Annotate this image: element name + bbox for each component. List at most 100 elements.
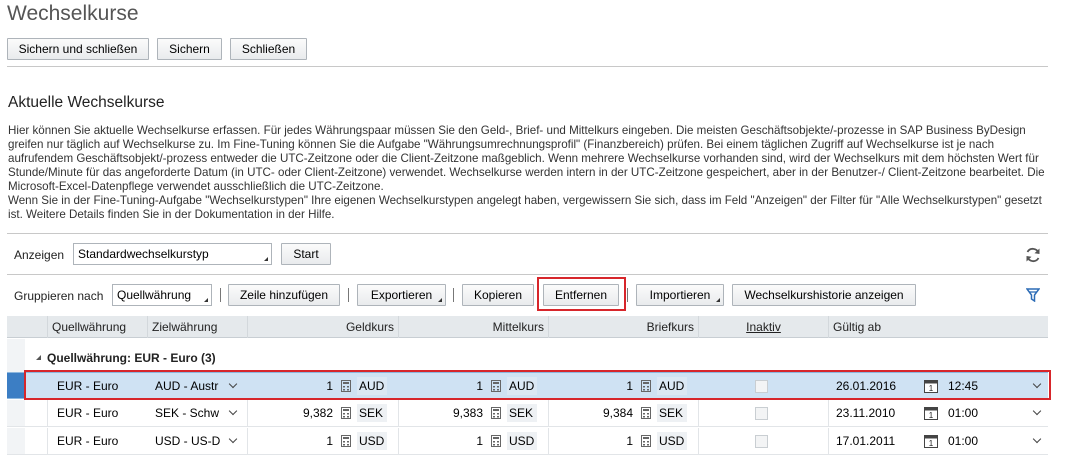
mid-rate-cell[interactable]: 1 — [398, 428, 483, 454]
bid-rate-cell[interactable]: 1 — [247, 373, 333, 399]
toolbar-separator — [453, 288, 454, 302]
calculator-icon[interactable] — [491, 407, 501, 419]
inactive-checkbox[interactable] — [755, 380, 768, 393]
toolbar-separator — [220, 288, 221, 302]
group-row[interactable]: Quellwährung: EUR - Euro (3) — [7, 339, 1048, 372]
valid-from-time-cell[interactable]: 01:00 — [948, 428, 1008, 454]
row-selector[interactable] — [7, 428, 25, 454]
valid-from-time-cell[interactable]: 12:45 — [948, 373, 1008, 399]
table-row[interactable]: EUR - Euro USD - US-D 1 USD 1 USD 1 USD … — [7, 428, 1048, 455]
calculator-icon[interactable] — [341, 435, 351, 447]
filter-icon[interactable] — [1024, 286, 1042, 304]
group-by-select[interactable]: Quellwährung — [112, 284, 212, 306]
mid-currency-cell[interactable]: AUD — [507, 377, 537, 395]
valid-from-date-cell[interactable]: 17.01.2011 — [836, 428, 916, 454]
header-target-currency[interactable]: Zielwährung — [147, 316, 247, 338]
chevron-down-icon[interactable] — [1032, 406, 1042, 416]
source-currency-cell: EUR - Euro — [57, 434, 119, 448]
collapse-triangle-icon[interactable] — [36, 355, 41, 360]
chevron-down-icon[interactable] — [228, 406, 238, 416]
page-title: Wechselkurse — [7, 2, 139, 25]
copy-button[interactable]: Kopieren — [462, 284, 534, 306]
inactive-checkbox[interactable] — [755, 407, 768, 420]
column-divider — [828, 428, 829, 454]
source-currency-cell: EUR - Euro — [57, 406, 119, 420]
target-currency-cell[interactable]: SEK - Schw — [155, 400, 230, 426]
start-button[interactable]: Start — [281, 243, 331, 265]
calendar-icon[interactable]: 1 — [924, 406, 938, 420]
ask-currency-cell[interactable]: USD — [657, 432, 687, 450]
column-divider — [698, 400, 699, 426]
header-inactive[interactable]: Inaktiv — [698, 316, 828, 338]
valid-from-date-cell[interactable]: 23.11.2010 — [836, 400, 916, 426]
mid-currency-cell[interactable]: SEK — [507, 404, 537, 422]
refresh-icon[interactable] — [1022, 244, 1044, 266]
valid-from-date-cell[interactable]: 26.01.2016 — [836, 373, 916, 399]
bid-rate-cell[interactable]: 9,382 — [247, 400, 333, 426]
ask-rate-cell[interactable]: 1 — [548, 428, 633, 454]
target-currency-cell[interactable]: AUD - Austr — [155, 373, 230, 399]
save-button[interactable]: Sichern — [157, 38, 222, 60]
import-button[interactable]: Importieren — [636, 284, 724, 306]
description-divider — [7, 233, 1048, 234]
show-select[interactable]: Standardwechselkurstyp — [73, 243, 272, 265]
group-selector — [7, 339, 25, 372]
toolbar-separator — [348, 288, 349, 302]
row-selector[interactable] — [7, 400, 25, 426]
description-paragraph-1: Hier können Sie aktuelle Wechselkurse er… — [8, 124, 1045, 193]
ask-currency-cell[interactable]: SEK — [657, 404, 687, 422]
close-button[interactable]: Schließen — [230, 38, 307, 60]
remove-button[interactable]: Entfernen — [543, 284, 619, 306]
bid-rate-cell[interactable]: 1 — [247, 428, 333, 454]
group-title: Quellwährung: EUR - Euro (3) — [47, 351, 216, 365]
save-and-close-button[interactable]: Sichern und schließen — [7, 38, 149, 60]
header-mid-rate[interactable]: Mittelkurs — [398, 316, 548, 338]
ask-rate-cell[interactable]: 9,384 — [548, 400, 633, 426]
mid-currency-cell[interactable]: USD — [507, 432, 537, 450]
svg-text:1: 1 — [929, 411, 934, 420]
header-ask-rate[interactable]: Briefkurs — [548, 316, 698, 338]
svg-text:1: 1 — [929, 439, 934, 448]
group-by-label: Gruppieren nach — [14, 289, 104, 303]
valid-from-time-cell[interactable]: 01:00 — [948, 400, 1008, 426]
chevron-down-icon[interactable] — [228, 434, 238, 444]
calculator-icon[interactable] — [491, 380, 501, 392]
dropdown-icon — [264, 257, 268, 261]
chevron-down-icon[interactable] — [228, 379, 238, 389]
bid-currency-cell[interactable]: AUD — [357, 377, 387, 395]
mid-rate-cell[interactable]: 9,383 — [398, 400, 483, 426]
ask-rate-cell[interactable]: 1 — [548, 373, 633, 399]
header-divider — [7, 66, 1048, 67]
column-divider — [47, 400, 48, 426]
calendar-icon[interactable]: 1 — [924, 379, 938, 393]
chevron-down-icon[interactable] — [1032, 379, 1042, 389]
table-header: Quellwährung Zielwährung Geldkurs Mittel… — [7, 316, 1048, 338]
calculator-icon[interactable] — [641, 380, 651, 392]
section-title: Aktuelle Wechselkurse — [8, 94, 165, 111]
header-bid-rate[interactable]: Geldkurs — [247, 316, 398, 338]
calendar-icon[interactable]: 1 — [924, 434, 938, 448]
header-source-currency[interactable]: Quellwährung — [47, 316, 147, 338]
column-divider — [828, 400, 829, 426]
group-by-select-value: Quellwährung — [117, 288, 192, 302]
calculator-icon[interactable] — [641, 407, 651, 419]
calculator-icon[interactable] — [341, 407, 351, 419]
row-selector[interactable] — [7, 373, 25, 398]
add-row-button[interactable]: Zeile hinzufügen — [228, 284, 340, 306]
export-button[interactable]: Exportieren — [357, 284, 446, 306]
bid-currency-cell[interactable]: USD — [357, 432, 387, 450]
inactive-checkbox[interactable] — [755, 435, 768, 448]
dropdown-icon — [716, 298, 720, 302]
calculator-icon[interactable] — [491, 435, 501, 447]
chevron-down-icon[interactable] — [1032, 434, 1042, 444]
target-currency-cell[interactable]: USD - US-D — [155, 428, 230, 454]
table-row[interactable]: EUR - Euro AUD - Austr 1 AUD 1 AUD 1 AUD… — [7, 372, 1048, 399]
header-valid-from[interactable]: Gültig ab — [828, 316, 1048, 338]
ask-currency-cell[interactable]: AUD — [657, 377, 687, 395]
mid-rate-cell[interactable]: 1 — [398, 373, 483, 399]
bid-currency-cell[interactable]: SEK — [357, 404, 387, 422]
show-history-button[interactable]: Wechselkurshistorie anzeigen — [732, 284, 916, 306]
calculator-icon[interactable] — [641, 435, 651, 447]
calculator-icon[interactable] — [341, 380, 351, 392]
table-row[interactable]: EUR - Euro SEK - Schw 9,382 SEK 9,383 SE… — [7, 400, 1048, 427]
